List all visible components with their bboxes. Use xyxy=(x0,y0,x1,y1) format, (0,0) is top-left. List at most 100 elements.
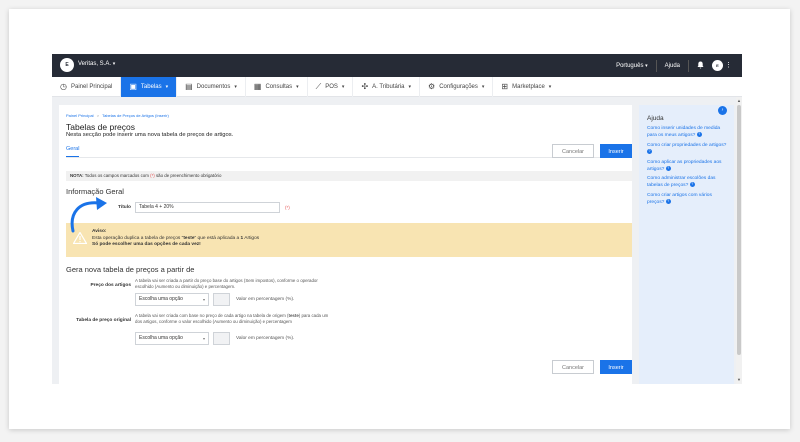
kebab-menu-icon: ⋮ xyxy=(725,62,732,69)
breadcrumb-current[interactable]: Tabelas de Preços de Artigos (Inserir) xyxy=(102,113,169,118)
dashboard-icon: ◷ xyxy=(60,82,67,91)
tables-icon: ▣ xyxy=(129,82,137,91)
cancel-button-top[interactable]: Cancelar xyxy=(552,144,594,158)
chevron-down-icon: ▾ xyxy=(234,84,237,90)
note-text: Todos os campos marcados com xyxy=(83,173,151,178)
original-desc-part1: A tabela vai ser criada com base no preç… xyxy=(135,313,289,318)
base-price-unit: Valor em percentagem (%). xyxy=(236,297,295,302)
help-item[interactable]: Como inserir unidades de medida para os … xyxy=(647,126,729,139)
tab-divider xyxy=(66,157,632,158)
divider xyxy=(688,59,689,72)
chevron-down-icon: ▾ xyxy=(481,84,485,90)
chevron-down-icon: ▾ xyxy=(296,84,299,90)
chevron-down-icon: ▾ xyxy=(202,297,205,302)
nav-documentos[interactable]: ▤ Documentos ▾ xyxy=(177,77,246,97)
question-icon: ? xyxy=(689,182,695,188)
nav-label: A. Tributária xyxy=(372,84,405,90)
chevron-down-icon: ▾ xyxy=(645,62,648,69)
original-table-unit: Valor em percentagem (%). xyxy=(236,336,295,341)
chevron-down-icon: ▾ xyxy=(341,84,345,90)
note-text-end: são de preenchimento obrigatório xyxy=(154,173,222,178)
base-price-label: Preço dos artigos xyxy=(90,283,131,288)
tax-icon: ✣ xyxy=(361,82,369,91)
nav-configuracoes[interactable]: ⚙ Configurações ▾ xyxy=(420,77,494,97)
nav-consultas[interactable]: ▦ Consultas ▾ xyxy=(246,77,308,97)
base-price-description: A tabela vai ser criada a partir do preç… xyxy=(135,278,318,289)
help-item[interactable]: Como administrar escolões das tabelas de… xyxy=(647,176,729,189)
insert-button-top[interactable]: Inserir xyxy=(600,144,632,158)
note-prefix: NOTA: xyxy=(70,173,84,178)
question-icon: ? xyxy=(647,148,652,154)
warning-line1-mid: " que está aplicada a xyxy=(194,235,241,241)
cancel-button-bottom[interactable]: Cancelar xyxy=(552,360,594,374)
scroll-up-icon[interactable]: ▲ xyxy=(737,98,741,103)
help-toggle-icon[interactable]: › xyxy=(718,106,727,115)
chart-icon: ▦ xyxy=(253,82,262,91)
nav-pos[interactable]: ⟋ POS ▾ xyxy=(308,77,354,97)
original-table-description: A tabela vai ser criada com base no preç… xyxy=(135,313,335,324)
help-item-text: Como administrar escolões das tabelas de… xyxy=(647,176,716,189)
top-bar: E Veritas, S.A. ▾ Português ▾ Ajuda E ⋮ xyxy=(52,54,742,77)
chevron-down-icon: ▾ xyxy=(165,84,169,90)
title-input[interactable]: Tabela 4 + 20% xyxy=(135,202,280,213)
main-nav: ◷ Painel Principal ▣ Tabelas ▾ ▤ Documen… xyxy=(52,77,742,97)
nav-marketplace[interactable]: ⊞ Marketplace ▾ xyxy=(493,77,559,97)
help-item-text: Como criar artigos com vários preços? xyxy=(647,193,712,205)
help-item-text: Como criar propriedades de artigos? xyxy=(647,142,727,148)
help-item[interactable]: Como aplicar as propriedades aos artigos… xyxy=(647,160,729,173)
chevron-down-icon: ▾ xyxy=(408,84,412,90)
nav-painel-principal[interactable]: ◷ Painel Principal xyxy=(52,77,122,97)
scroll-down-icon[interactable]: ▼ xyxy=(737,377,741,382)
nav-label: Documentos xyxy=(196,84,231,90)
breadcrumb: Painel Principal > Tabelas de Preços de … xyxy=(66,113,169,118)
question-icon: ? xyxy=(665,165,671,171)
warning-text: Aviso: Esta operação duplica a tabela de… xyxy=(92,229,259,249)
help-link[interactable]: Ajuda xyxy=(665,63,680,69)
documents-icon: ▤ xyxy=(185,82,193,91)
warning-table-name: teste xyxy=(183,235,195,241)
help-title: Ajuda xyxy=(647,115,664,122)
scroll-thumb[interactable] xyxy=(737,105,741,355)
nav-a-tributaria[interactable]: ✣ A. Tributária ▾ xyxy=(353,77,421,97)
warning-line1-end: Artigos xyxy=(243,235,260,241)
original-table-select[interactable]: Escolha uma opção ▾ xyxy=(135,332,209,345)
base-price-select-value: Escolha uma opção xyxy=(139,296,183,302)
help-item[interactable]: Como criar propriedades de artigos? ? xyxy=(647,143,729,156)
help-item[interactable]: Como criar artigos com vários preços? ? xyxy=(647,193,729,206)
help-item-text: Como aplicar as propriedades aos artigos… xyxy=(647,159,722,172)
language-label: Português xyxy=(616,62,644,69)
chevron-down-icon: ▾ xyxy=(202,336,205,341)
company-logo: E xyxy=(60,58,74,72)
section-gera-nova-tabela: Gera nova tabela de preços a partir de xyxy=(66,265,195,274)
tab-geral[interactable]: Geral xyxy=(66,146,80,157)
bell-icon[interactable] xyxy=(697,61,704,71)
gear-icon: ⚙ xyxy=(428,82,436,91)
scrollbar[interactable]: ▲ ▼ xyxy=(736,97,742,384)
page-subtitle: Nesta secção pode inserir uma nova tabel… xyxy=(66,132,234,138)
base-price-select[interactable]: Escolha uma opção ▾ xyxy=(135,293,209,306)
insert-button-bottom[interactable]: Inserir xyxy=(600,360,632,374)
help-panel: Ajuda Como inserir unidades de medida pa… xyxy=(639,105,734,384)
nav-label: Configurações xyxy=(439,84,478,90)
original-table-label: Tabela de preço original xyxy=(76,318,131,323)
warning-line2: Só pode escolher uma das opções de cada … xyxy=(92,242,201,247)
marketplace-icon: ⊞ xyxy=(501,82,509,91)
question-icon: ? xyxy=(696,132,702,137)
help-item-text: Como inserir unidades de medida para os … xyxy=(647,126,721,138)
app-window: E Veritas, S.A. ▾ Português ▾ Ajuda E ⋮ … xyxy=(52,54,742,384)
question-icon: ? xyxy=(665,199,671,205)
original-table-percent-input[interactable] xyxy=(213,332,230,345)
curved-arrow-annotation xyxy=(70,197,107,233)
main-content: Painel Principal > Tabelas de Preços de … xyxy=(59,105,632,384)
pos-icon: ⟋ xyxy=(315,82,322,91)
help-list: Como inserir unidades de medida para os … xyxy=(647,126,729,210)
nav-tabelas[interactable]: ▣ Tabelas ▾ xyxy=(121,77,178,97)
breadcrumb-home[interactable]: Painel Principal xyxy=(66,113,94,118)
language-selector[interactable]: Português ▾ xyxy=(616,63,648,69)
warning-box: Aviso: Esta operação duplica a tabela de… xyxy=(66,223,632,257)
original-table-select-value: Escolha uma opção xyxy=(139,335,183,341)
company-switcher[interactable]: Veritas, S.A. ▾ xyxy=(78,61,115,67)
nav-label: Painel Principal xyxy=(70,84,113,90)
base-price-percent-input[interactable] xyxy=(213,293,230,306)
user-menu[interactable]: E ⋮ xyxy=(712,60,732,71)
